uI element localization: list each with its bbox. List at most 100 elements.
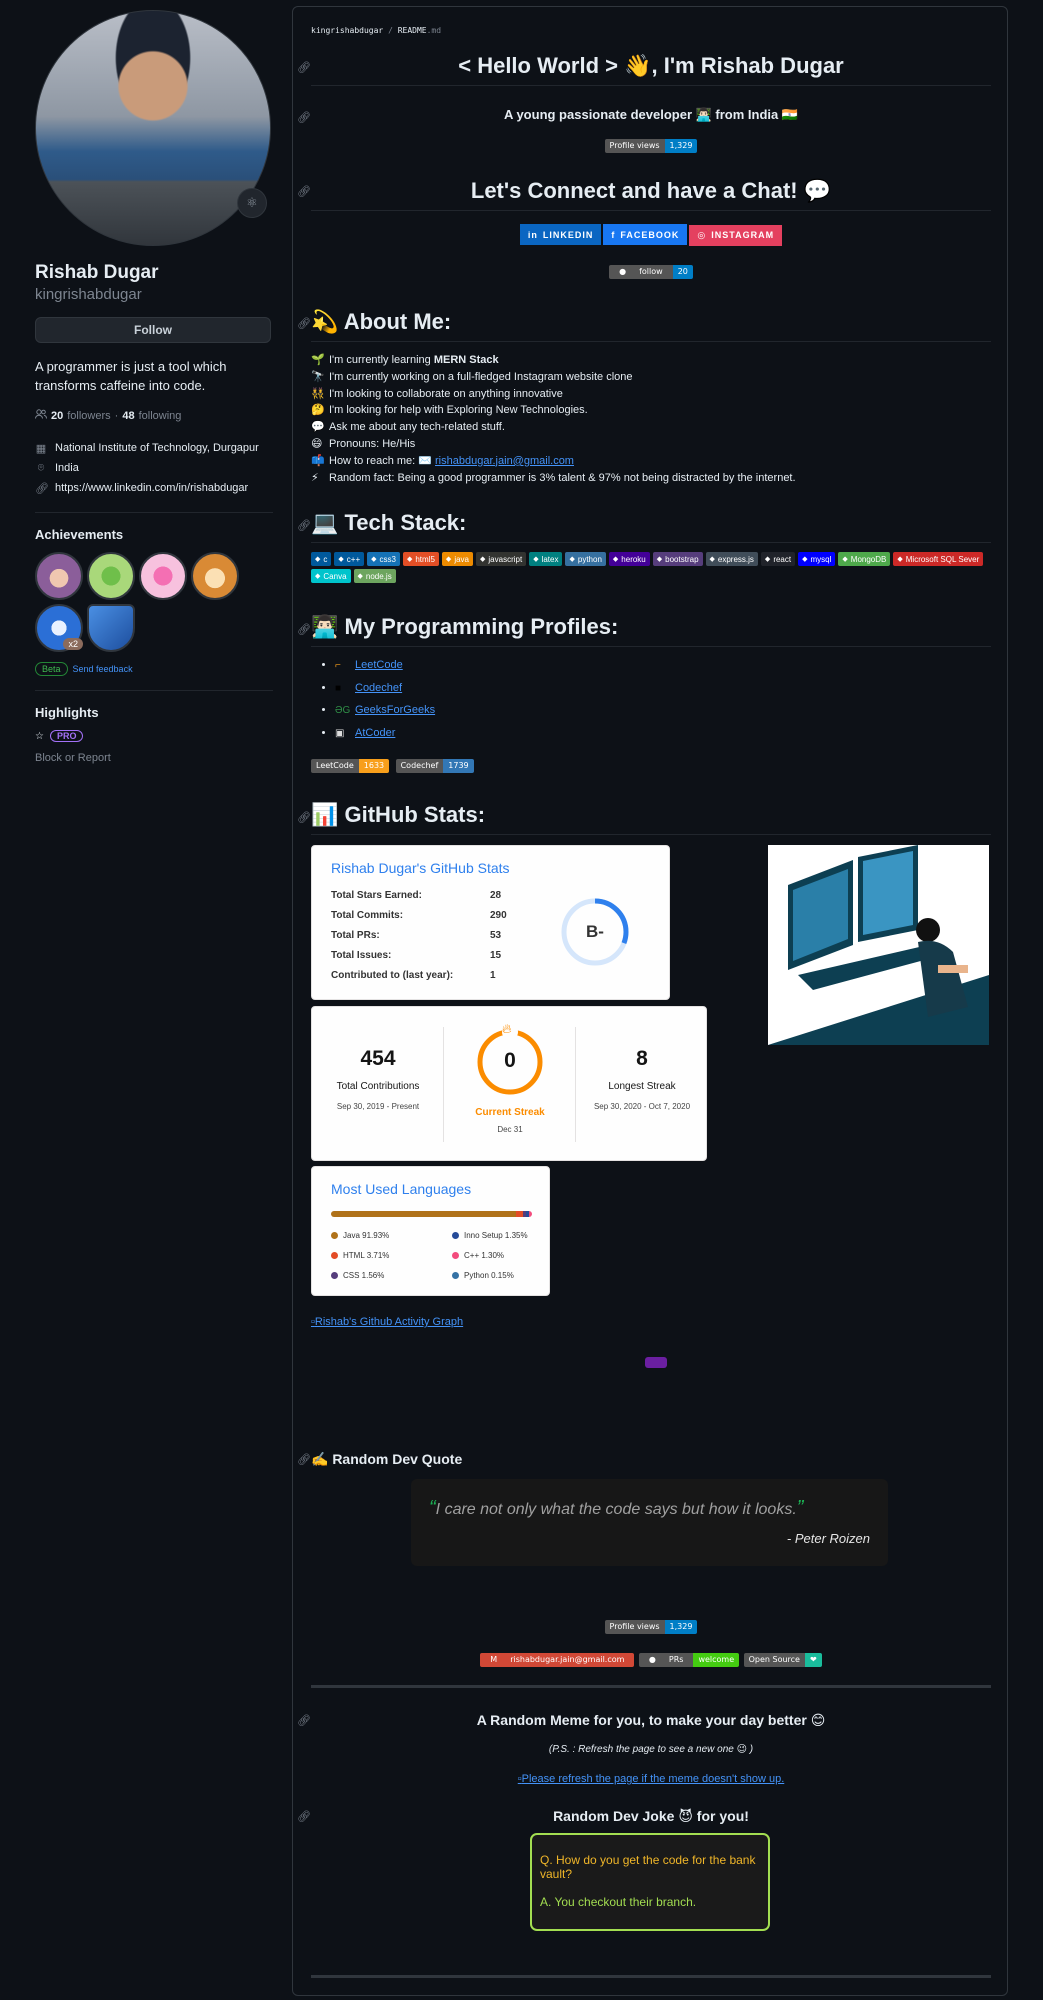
- leetcode-link[interactable]: LeetCode: [355, 659, 403, 671]
- github-follow-badge[interactable]: ● follow 20: [609, 264, 693, 279]
- language-item: C++ 1.30%: [452, 1251, 504, 1260]
- follow-button[interactable]: Follow: [35, 317, 271, 343]
- divider: [35, 512, 273, 513]
- leetcode-icon: ⌐: [335, 660, 341, 671]
- profile-link[interactable]: https://www.linkedin.com/in/rishabdugar: [55, 482, 248, 494]
- heading-rule: [311, 542, 991, 543]
- language-item: Inno Setup 1.35%: [452, 1231, 528, 1240]
- rating-value: 1633: [358, 758, 390, 773]
- about-heading: 💫 About Me:: [311, 309, 452, 334]
- profiles-list: ⌐ LeetCode ■ Codechef ƏG GeeksForGeeks ▣ AtC…: [323, 659, 435, 749]
- achievement-badge-pair-extraordinaire[interactable]: [87, 552, 135, 600]
- achievement-badge-pull-shark[interactable]: [191, 552, 239, 600]
- quote-text-container: “I care not only what the code says but …: [429, 1497, 803, 1520]
- about-list: 🌱 I'm currently learning MERN Stack 🔭 I'm …: [311, 352, 796, 486]
- stat-value: 290: [490, 910, 507, 921]
- heading-anchor-icon[interactable]: 🔗︎: [297, 111, 311, 124]
- close-quote-icon: ”: [796, 1497, 804, 1519]
- language-dot: [452, 1252, 459, 1259]
- heading-anchor-icon[interactable]: 🔗︎: [297, 1810, 311, 1823]
- profile-views-badge: Profile views 1,329: [604, 138, 698, 153]
- heading-anchor-icon[interactable]: 🔗︎: [297, 1714, 311, 1727]
- codechef-link[interactable]: Codechef: [355, 682, 402, 694]
- language-label: HTML 3.71%: [343, 1251, 390, 1260]
- achievement-badge-yolo[interactable]: [139, 552, 187, 600]
- instagram-badge[interactable]: ◎ INSTAGRAM: [689, 224, 783, 246]
- quote-card: “I care not only what the code says but …: [411, 1479, 888, 1566]
- beta-badge: Beta: [35, 662, 68, 676]
- about-text: I'm currently learning: [329, 354, 434, 366]
- tech-badge: ◆ html5: [402, 552, 439, 566]
- email-badge-text: rishabdugar.jain@gmail.com: [510, 1655, 625, 1665]
- social-badges: in LINKEDIN f FACEBOOK ◎ INSTAGRAM: [311, 224, 991, 246]
- atcoder-icon: ▣: [335, 727, 345, 739]
- heading-anchor-icon[interactable]: 🔗︎: [297, 623, 311, 636]
- section-rule: [311, 1685, 991, 1688]
- heading-anchor-icon[interactable]: 🔗︎: [297, 519, 311, 532]
- tech-badge-label: javascript: [488, 554, 523, 564]
- meme-image-link[interactable]: ▫Please refresh the page if the meme doe…: [518, 1773, 785, 1785]
- tech-logo-icon: ◆: [897, 556, 903, 563]
- language-item: Python 0.15%: [452, 1271, 514, 1280]
- total-contributions-range: Sep 30, 2019 - Present: [336, 1102, 420, 1111]
- open-source-badge[interactable]: Open Source ❤: [743, 1652, 822, 1667]
- activity-graph-link[interactable]: ▫Rishab's Github Activity Graph: [311, 1316, 463, 1328]
- following-label[interactable]: following: [139, 410, 182, 422]
- send-feedback-link[interactable]: Send feedback: [73, 664, 133, 674]
- achievement-badge-shield[interactable]: [87, 604, 135, 652]
- heart-icon: ❤: [804, 1652, 822, 1667]
- languages-card[interactable]: Most Used Languages Java 91.93% Inno Set…: [311, 1166, 550, 1296]
- heading-anchor-icon[interactable]: 🔗︎: [297, 185, 311, 198]
- activity-graph-alt: Rishab's Github Activity Graph: [314, 1316, 464, 1328]
- views-count: 1,329: [664, 1619, 698, 1634]
- developer-illustration: [768, 845, 989, 1045]
- about-text: I'm looking to collaborate on anything i…: [329, 387, 563, 400]
- tech-badge: ◆ node.js: [353, 569, 396, 583]
- facebook-badge[interactable]: f FACEBOOK: [603, 224, 688, 245]
- achievements-heading[interactable]: Achievements: [35, 527, 273, 542]
- email-link[interactable]: rishabdugar.jain@gmail.com: [435, 455, 574, 467]
- tech-badge-label: heroku: [621, 554, 646, 564]
- thinking-icon: 🤔: [311, 404, 325, 417]
- tech-badge: ◆ express.js: [705, 552, 758, 566]
- followers-label[interactable]: followers: [67, 410, 110, 422]
- heading-anchor-icon[interactable]: 🔗︎: [297, 1453, 311, 1466]
- about-item: 🔭 I'm currently working on a full-fledged…: [311, 369, 796, 386]
- linkedin-badge[interactable]: in LINKEDIN: [519, 224, 602, 245]
- developer-illustration-svg: [768, 845, 989, 1045]
- following-count[interactable]: 48: [122, 410, 134, 422]
- streak-card[interactable]: 454 Total Contributions Sep 30, 2019 - P…: [311, 1006, 707, 1161]
- language-label: C++ 1.30%: [464, 1251, 505, 1260]
- breadcrumb-user[interactable]: kingrishabdugar: [311, 26, 383, 35]
- beta-row: Beta Send feedback: [35, 662, 273, 676]
- about-item: 💬 Ask me about any tech-related stuff.: [311, 419, 796, 436]
- about-item: 🌱 I'm currently learning MERN Stack: [311, 352, 796, 369]
- tech-badge: ◆ javascript: [476, 552, 527, 566]
- pro-badge: PRO: [49, 730, 84, 742]
- heading-anchor-icon[interactable]: 🔗︎: [297, 317, 311, 330]
- about-text: I'm looking for help with Exploring New …: [329, 404, 588, 417]
- streak-current-col: 🔥︎ 0 Current Streak Dec 31: [444, 1007, 576, 1162]
- heading-anchor-icon[interactable]: 🔗︎: [297, 61, 311, 74]
- heading-anchor-icon[interactable]: 🔗︎: [297, 811, 311, 824]
- link-icon: 🔗︎: [35, 482, 49, 495]
- heading-rule: [311, 210, 991, 211]
- tech-badge-label: python: [577, 554, 602, 564]
- atcoder-link[interactable]: AtCoder: [355, 727, 395, 739]
- followers-count[interactable]: 20: [51, 410, 63, 422]
- language-bar-segment: [515, 1211, 524, 1217]
- follow-badge-label: follow: [639, 267, 663, 277]
- achievement-badge-arctic-code-vault[interactable]: x2: [35, 604, 83, 652]
- block-or-report-link[interactable]: Block or Report: [35, 752, 273, 764]
- achievement-badge-quickdraw[interactable]: [35, 552, 83, 600]
- status-icon[interactable]: ⚛: [237, 188, 267, 218]
- geeksforgeeks-link[interactable]: GeeksForGeeks: [355, 704, 435, 716]
- tech-badge: ◆ css3: [367, 552, 400, 566]
- prs-welcome-badge[interactable]: ● PRs welcome: [638, 1652, 740, 1667]
- github-stats-card[interactable]: Rishab Dugar's GitHub Stats Total Stars …: [311, 845, 670, 1000]
- avatar[interactable]: [35, 10, 271, 246]
- tech-badge-label: c: [323, 554, 328, 564]
- email-badge[interactable]: Mrishabdugar.jain@gmail.com: [480, 1652, 635, 1667]
- profile-item: ⌐ LeetCode: [335, 659, 435, 682]
- linkedin-icon: in: [527, 229, 538, 240]
